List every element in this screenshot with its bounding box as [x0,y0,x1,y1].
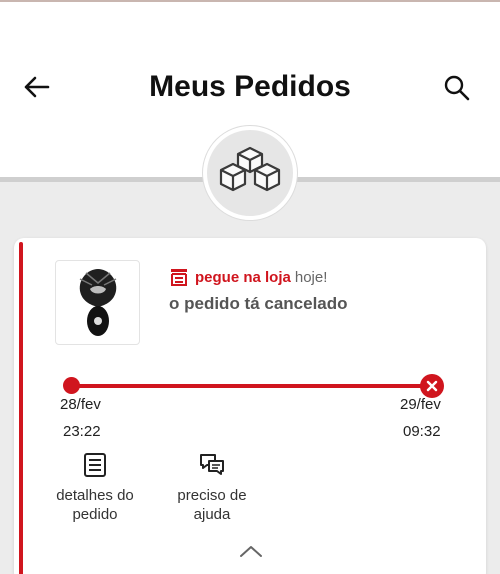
order-details-label: detalhes do pedido [56,487,134,523]
order-details-button[interactable]: detalhes do pedido [40,452,150,524]
orders-hero-badge [203,126,297,220]
boxes-icon [219,146,281,192]
chevron-up-icon[interactable] [238,543,264,559]
timeline-end-time: 09:32 [403,423,441,440]
easter-egg-product-image [79,268,116,336]
timeline-end-date: 29/fev [400,396,441,413]
timeline-start-time: 23:22 [63,423,101,440]
chat-bubbles-icon [200,454,224,475]
receipt-list-icon [84,453,106,477]
order-status: o pedido tá cancelado [169,294,348,313]
order-status-bar [19,242,23,574]
cancel-x-icon [426,380,438,392]
pickup-when: hoje! [294,268,328,286]
product-thumbnail[interactable] [55,260,140,345]
search-button[interactable] [440,72,474,104]
pickup-label: pegue na loja [195,268,291,286]
order-card[interactable]: pegue na loja hoje! o pedido tá cancelad… [14,238,486,574]
need-help-button[interactable]: preciso de ajuda [157,452,267,524]
timeline-line [71,384,435,388]
timeline-start-dot [63,377,80,394]
timeline-end-marker [420,374,444,398]
search-icon [444,75,470,101]
need-help-label: preciso de ajuda [177,487,247,523]
order-timeline [63,374,451,402]
page-title: Meus Pedidos [149,70,351,103]
store-icon [171,269,187,286]
pickup-info: pegue na loja hoje! [169,267,327,287]
timeline-start-date: 28/fev [60,396,101,413]
